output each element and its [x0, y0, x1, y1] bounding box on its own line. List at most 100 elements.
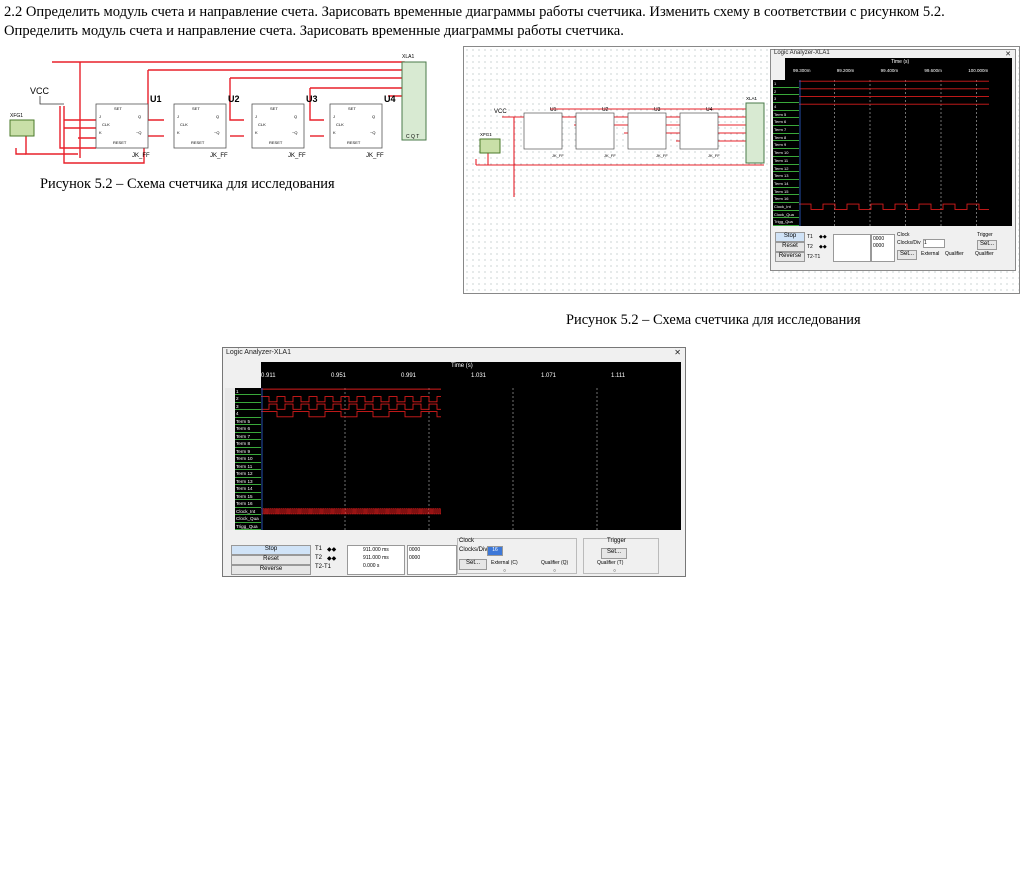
t1-code-large: 0000 — [409, 547, 421, 553]
t2-t1-label-large: T2-T1 — [315, 564, 332, 570]
channel-label: 4 — [773, 103, 799, 111]
chip-set-pin: SET — [114, 106, 122, 111]
external-option-large[interactable]: External (C) — [491, 560, 518, 566]
small-flipflop-u1: U1 JK_FF — [523, 107, 564, 158]
t2-code-large: 0000 — [409, 555, 421, 561]
channel-label: Term 15 — [773, 187, 799, 196]
small-flipflop-u3: U3 JK_FF — [627, 107, 668, 158]
channel-label: Clock_Int — [773, 202, 799, 211]
channel-label: 3 — [235, 402, 261, 411]
channel-label: Term 15 — [235, 492, 261, 501]
t2-code: 0000 — [873, 243, 885, 249]
clocks-div-label: Clocks/Div — [897, 240, 921, 246]
t1-arrows-icon[interactable]: ◆◆ — [819, 234, 827, 240]
clock-set-button-large[interactable]: Set... — [459, 559, 487, 570]
trigger-set-button-large[interactable]: Set... — [601, 548, 627, 559]
channel-label: 3 — [773, 95, 799, 104]
external-option[interactable]: External — [921, 251, 939, 257]
trigger-label: Trigger — [977, 232, 993, 238]
channel-label: Term 13 — [773, 172, 799, 180]
t2-arrows-icon-large[interactable]: ◆◆ — [327, 555, 336, 562]
jk-flipflop-u2: U2 SET J Q CLKK ~Q RESET JK_FF — [173, 94, 240, 159]
t2-label: T2 — [807, 244, 813, 250]
reverse-button-large[interactable]: Reverse — [231, 565, 311, 575]
chip-q-pin: Q — [216, 114, 219, 119]
time-tick-label: 0.911 — [261, 373, 276, 379]
trigger-set-button[interactable]: Set... — [977, 240, 997, 250]
t2-time: 911.000 ms — [363, 555, 389, 561]
time-label-small: Time (s) — [891, 59, 910, 65]
schematic-figure-2: VCC XFG1 U1 JK_FF U2 JK_FF U3 JK_FF U4 JK_FF XL… — [463, 46, 1020, 294]
chip-reset-pin: RESET — [113, 140, 127, 145]
schematic-2-gen-label: XFG1 — [480, 132, 492, 137]
small-chip-name: U1 — [550, 107, 557, 113]
jk-flipflop-u3: U3 SET J Q CLKK ~Q RESET JK_FF — [251, 94, 318, 159]
clock-label-large: Clock — [459, 538, 475, 544]
chip-j-pin: J — [177, 114, 179, 119]
t1-code: 0000 — [873, 236, 885, 242]
small-chip-type: JK_FF — [708, 153, 720, 158]
channel-label: 2 — [773, 87, 799, 96]
chip-clk-pin: CLK — [180, 122, 188, 127]
trigger-qualifier-option[interactable]: Qualifier — [975, 251, 994, 257]
external-radio[interactable]: ○ — [503, 568, 506, 574]
small-chip-name: U4 — [706, 107, 713, 113]
schematic-1-svg: VCC XFG1 U1SETJ QCLKK ~QRESETJK_FFU2SETJ QC… — [9, 54, 427, 164]
channel-label: 2 — [235, 395, 261, 403]
time-axis-header: Time (s) 0.911 0.951 0.991 1.031 1.071 1.111 — [261, 362, 681, 388]
chip-k-pin: K — [333, 130, 336, 135]
analyzer-label: XLA1 — [402, 54, 414, 60]
chip-set-pin: SET — [348, 106, 356, 111]
qualifier-radio[interactable]: ○ — [553, 568, 556, 574]
channel-list-small: 1 2 3 4 Term 5 Term 6 Term 7 Term 8 Term 9 Term 1… — [773, 80, 799, 226]
small-flipflop-u4: U4 JK_FF — [679, 107, 720, 158]
stop-button[interactable]: Stop — [775, 232, 805, 242]
chip-k-pin: K — [177, 130, 180, 135]
trigger-label-large: Trigger — [607, 538, 626, 544]
chip-clk-pin: CLK — [336, 122, 344, 127]
stop-button-large[interactable]: Stop — [231, 545, 311, 555]
channel-label: Term 10 — [235, 455, 261, 463]
time-tick-label: 99.600m — [924, 67, 942, 73]
t2-t1-time: 0.000 s — [363, 563, 380, 569]
channel-label: Term 5 — [773, 110, 799, 119]
figure-2-caption: Рисунок 5.2 – Схема счетчика для исследо… — [566, 312, 861, 328]
time-label: Time (s) — [451, 363, 473, 369]
reset-button-large[interactable]: Reset — [231, 555, 311, 565]
clocks-div-input[interactable]: 1 — [923, 239, 945, 248]
schematic-2-vcc: VCC — [494, 109, 507, 115]
close-window-icon[interactable]: ✕ — [674, 348, 681, 357]
qualifier-option[interactable]: Qualifier — [945, 251, 964, 257]
small-chip-name: U2 — [602, 107, 609, 113]
chip-name: U4 — [384, 94, 396, 104]
chip-type: JK_FF — [366, 153, 384, 159]
waveform-display — [261, 388, 681, 530]
chip-q-pin: Q — [138, 114, 141, 119]
figure-1-caption: Рисунок 5.2 – Схема счетчика для исследо… — [40, 176, 335, 192]
analyzer-pins: C Q T — [406, 134, 419, 140]
schematic-figure-1: VCC XFG1 U1 SET J Q CLK K ~Q RESET JK_FF U2 SET J Q C… — [4, 48, 444, 174]
t1-label-large: T1 — [315, 546, 323, 552]
qualifier-option-large[interactable]: Qualifier (Q) — [541, 560, 568, 566]
chip-set-pin: SET — [270, 106, 278, 111]
clock-set-button[interactable]: Set... — [897, 250, 917, 260]
chip-q-pin: Q — [372, 114, 375, 119]
trigger-qualifier-radio[interactable]: ○ — [613, 568, 616, 574]
t2-t1-label: T2-T1 — [807, 254, 821, 260]
channel-label: Trigg_Qua — [773, 218, 799, 226]
chip-nq-pin: ~Q — [370, 130, 375, 135]
t1-arrows-icon-large[interactable]: ◆◆ — [327, 546, 336, 553]
close-icon[interactable]: ✕ — [1005, 50, 1011, 58]
clocks-div-input-large[interactable]: 16 — [487, 546, 503, 556]
vcc-label: VCC — [30, 86, 50, 96]
small-chip-type: JK_FF — [656, 153, 668, 158]
time-tick-label: 0.951 — [331, 373, 347, 379]
trigger-qualifier-option-large[interactable]: Qualifier (T) — [597, 560, 623, 566]
channel-label: Term 12 — [773, 164, 799, 173]
reset-button[interactable]: Reset — [775, 242, 805, 252]
reverse-button[interactable]: Reverse — [775, 252, 805, 262]
time-tick-label: 0.991 — [401, 373, 417, 379]
t2-arrows-icon[interactable]: ◆◆ — [819, 244, 827, 250]
channel-label: Term 7 — [235, 432, 261, 441]
chip-k-pin: K — [99, 130, 102, 135]
